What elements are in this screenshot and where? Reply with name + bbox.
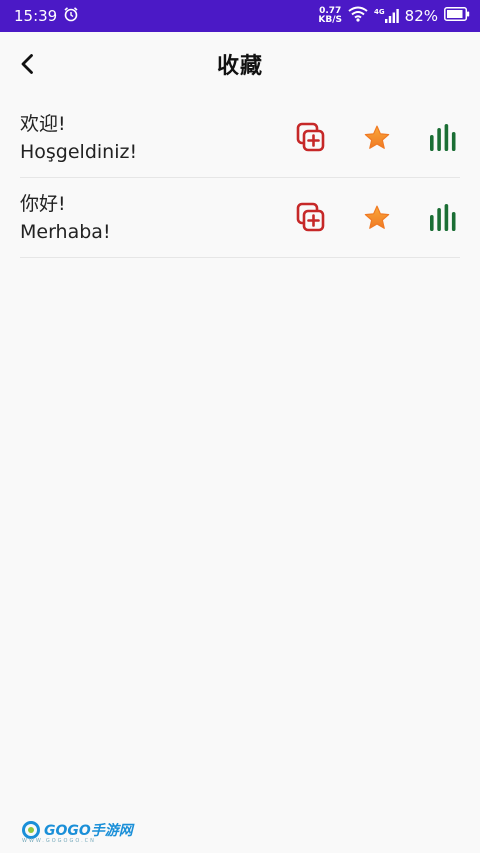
favorite-button[interactable] [360, 201, 394, 235]
status-time: 15:39 [14, 7, 58, 25]
battery-icon [444, 7, 470, 25]
back-button[interactable] [12, 48, 44, 80]
star-icon [364, 205, 390, 229]
copy-button[interactable] [294, 201, 328, 235]
bar-chart-icon [430, 123, 456, 151]
stats-button[interactable] [426, 201, 460, 235]
copy-add-icon [296, 202, 325, 231]
watermark-text: GOGO手游网 [44, 823, 133, 839]
status-left: 15:39 [14, 6, 79, 26]
phrase-texts: 你好! Merhaba! [20, 191, 111, 245]
status-bar: 15:39 0.77 KB/S 4G 82% [0, 0, 480, 32]
favorite-item[interactable]: 欢迎! Hoşgeldiniz! [20, 98, 460, 178]
status-right: 0.77 KB/S 4G 82% [318, 6, 470, 26]
phrase-source: 你好! [20, 192, 66, 215]
stats-button[interactable] [426, 121, 460, 155]
network-speed: 0.77 KB/S [318, 7, 342, 25]
wifi-icon [348, 6, 368, 26]
copy-add-icon [296, 122, 325, 151]
bar-chart-icon [430, 203, 456, 231]
item-actions [294, 178, 460, 257]
watermark-logo: GOGO手游网 [22, 820, 133, 840]
network-type: 4G [374, 8, 385, 16]
favorite-item[interactable]: 你好! Merhaba! [20, 178, 460, 258]
favorite-button[interactable] [360, 121, 394, 155]
phrase-source: 欢迎! [20, 112, 66, 135]
network-speed-unit: KB/S [318, 15, 343, 25]
app-header: 收藏 [0, 32, 480, 96]
cell-signal: 4G [374, 8, 399, 24]
signal-icon [384, 9, 399, 23]
battery-percent: 82% [404, 7, 438, 25]
page-title: 收藏 [216, 54, 263, 79]
alarm-icon [63, 6, 79, 26]
watermark-subtext: WWW.GOGOGO.CN [22, 838, 96, 844]
phrase-translation: Hoşgeldiniz! [20, 140, 138, 163]
phrase-texts: 欢迎! Hoşgeldiniz! [20, 111, 137, 165]
item-actions [294, 98, 460, 177]
phrase-translation: Merhaba! [20, 220, 111, 243]
copy-button[interactable] [294, 121, 328, 155]
star-icon [364, 125, 390, 149]
favorites-list: 欢迎! Hoşgeldiniz! 你好! Merhaba! [20, 98, 460, 258]
chevron-left-icon [21, 54, 33, 74]
gogo-logo-icon [22, 821, 40, 839]
